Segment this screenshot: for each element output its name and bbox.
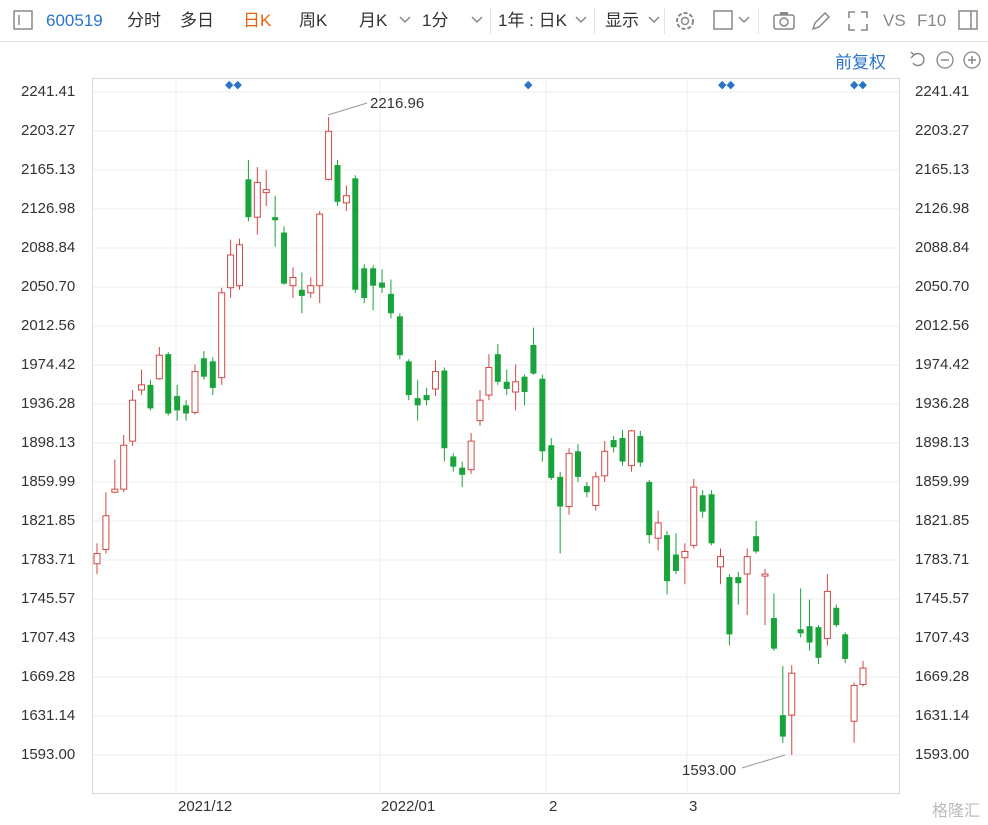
y-tick-label: 1707.43 (21, 628, 76, 646)
y-tick-label: 1669.28 (21, 668, 76, 685)
tab-multi-day[interactable]: 多日 (180, 10, 214, 32)
y-tick-label: 1783.71 (915, 550, 970, 568)
f10-button[interactable]: F10 (917, 10, 946, 32)
tab-daily-k[interactable]: 日K (243, 10, 271, 32)
fullscreen-icon[interactable] (846, 9, 870, 33)
y-tick-label: 2050.70 (915, 278, 970, 295)
y-tick-label: 1821.85 (21, 512, 76, 529)
compare-vs-button[interactable]: VS (883, 10, 906, 32)
range-selector[interactable]: 1年 : 日K (498, 10, 567, 32)
camera-icon[interactable] (772, 9, 796, 33)
y-tick-label: 1936.28 (915, 394, 970, 412)
y-tick-label: 2012.56 (915, 316, 970, 334)
sidebar-toggle-icon[interactable] (12, 9, 36, 33)
y-tick-label: 1631.14 (21, 707, 76, 724)
y-tick-label: 2126.98 (915, 200, 970, 217)
zoom-out-icon[interactable] (935, 50, 959, 74)
display-menu[interactable]: 显示 (605, 10, 639, 32)
y-tick-label: 1593.00 (915, 746, 970, 763)
x-tick-label: 2021/12 (178, 798, 233, 815)
tab-intraday[interactable]: 分时 (127, 10, 161, 32)
pencil-icon[interactable] (809, 9, 833, 33)
tab-monthly-k[interactable]: 月K (359, 10, 387, 32)
y-tick-label: 2241.41 (21, 83, 76, 100)
stock-code[interactable]: 600519 (46, 10, 103, 32)
y-tick-label: 2088.84 (21, 239, 76, 256)
brand-watermark: 格隆汇 (931, 803, 980, 820)
chart-plot-area[interactable] (92, 78, 900, 794)
y-tick-label: 2050.70 (21, 278, 76, 295)
y-tick-label: 1859.99 (915, 473, 970, 490)
y-tick-label: 2165.13 (915, 160, 970, 178)
divider (758, 8, 759, 34)
chevron-down-icon[interactable] (647, 13, 671, 37)
y-tick-label: 1936.28 (21, 394, 76, 412)
y-tick-label: 2126.98 (21, 200, 76, 217)
y-tick-label: 2088.84 (915, 239, 970, 256)
y-tick-label: 1593.00 (21, 746, 76, 763)
tab-1-minute[interactable]: 1分 (422, 10, 448, 32)
price-adjust-toggle[interactable]: 前复权 (835, 48, 886, 73)
gear-icon[interactable] (673, 9, 697, 33)
y-tick-label: 1745.57 (915, 589, 970, 607)
x-tick-label: 3 (689, 798, 698, 815)
y-tick-label: 2203.27 (21, 121, 76, 139)
y-tick-label: 2165.13 (21, 160, 76, 178)
divider (490, 8, 491, 34)
chevron-down-icon[interactable] (398, 13, 422, 37)
x-tick-label: 2 (549, 798, 558, 815)
panel-icon[interactable] (957, 9, 981, 33)
divider (664, 8, 665, 34)
y-tick-label: 1631.14 (915, 707, 970, 724)
x-tick-label: 2022/01 (381, 798, 436, 815)
y-tick-label: 2012.56 (21, 316, 76, 334)
y-tick-label: 2241.41 (915, 83, 970, 100)
y-tick-label: 1974.42 (915, 355, 970, 373)
y-tick-label: 1783.71 (21, 550, 76, 568)
y-tick-label: 1745.57 (21, 589, 76, 607)
y-tick-label: 1669.28 (915, 668, 970, 685)
y-tick-label: 1898.13 (915, 434, 970, 451)
chart-toolbar: 600519 分时 多日 日K 周K 月K 1分 1年 : 日K 显示 VS F… (0, 0, 988, 42)
tab-weekly-k[interactable]: 周K (299, 10, 327, 32)
y-tick-label: 1821.85 (915, 512, 970, 529)
divider (594, 8, 595, 34)
y-tick-label: 1707.43 (915, 628, 970, 646)
undo-icon[interactable] (908, 50, 932, 74)
y-tick-label: 2203.27 (915, 121, 970, 139)
y-tick-label: 1898.13 (21, 434, 76, 451)
y-tick-label: 1974.42 (21, 355, 76, 373)
y-tick-label: 1859.99 (21, 473, 76, 490)
square-icon[interactable] (712, 9, 736, 33)
zoom-in-icon[interactable] (962, 50, 986, 74)
